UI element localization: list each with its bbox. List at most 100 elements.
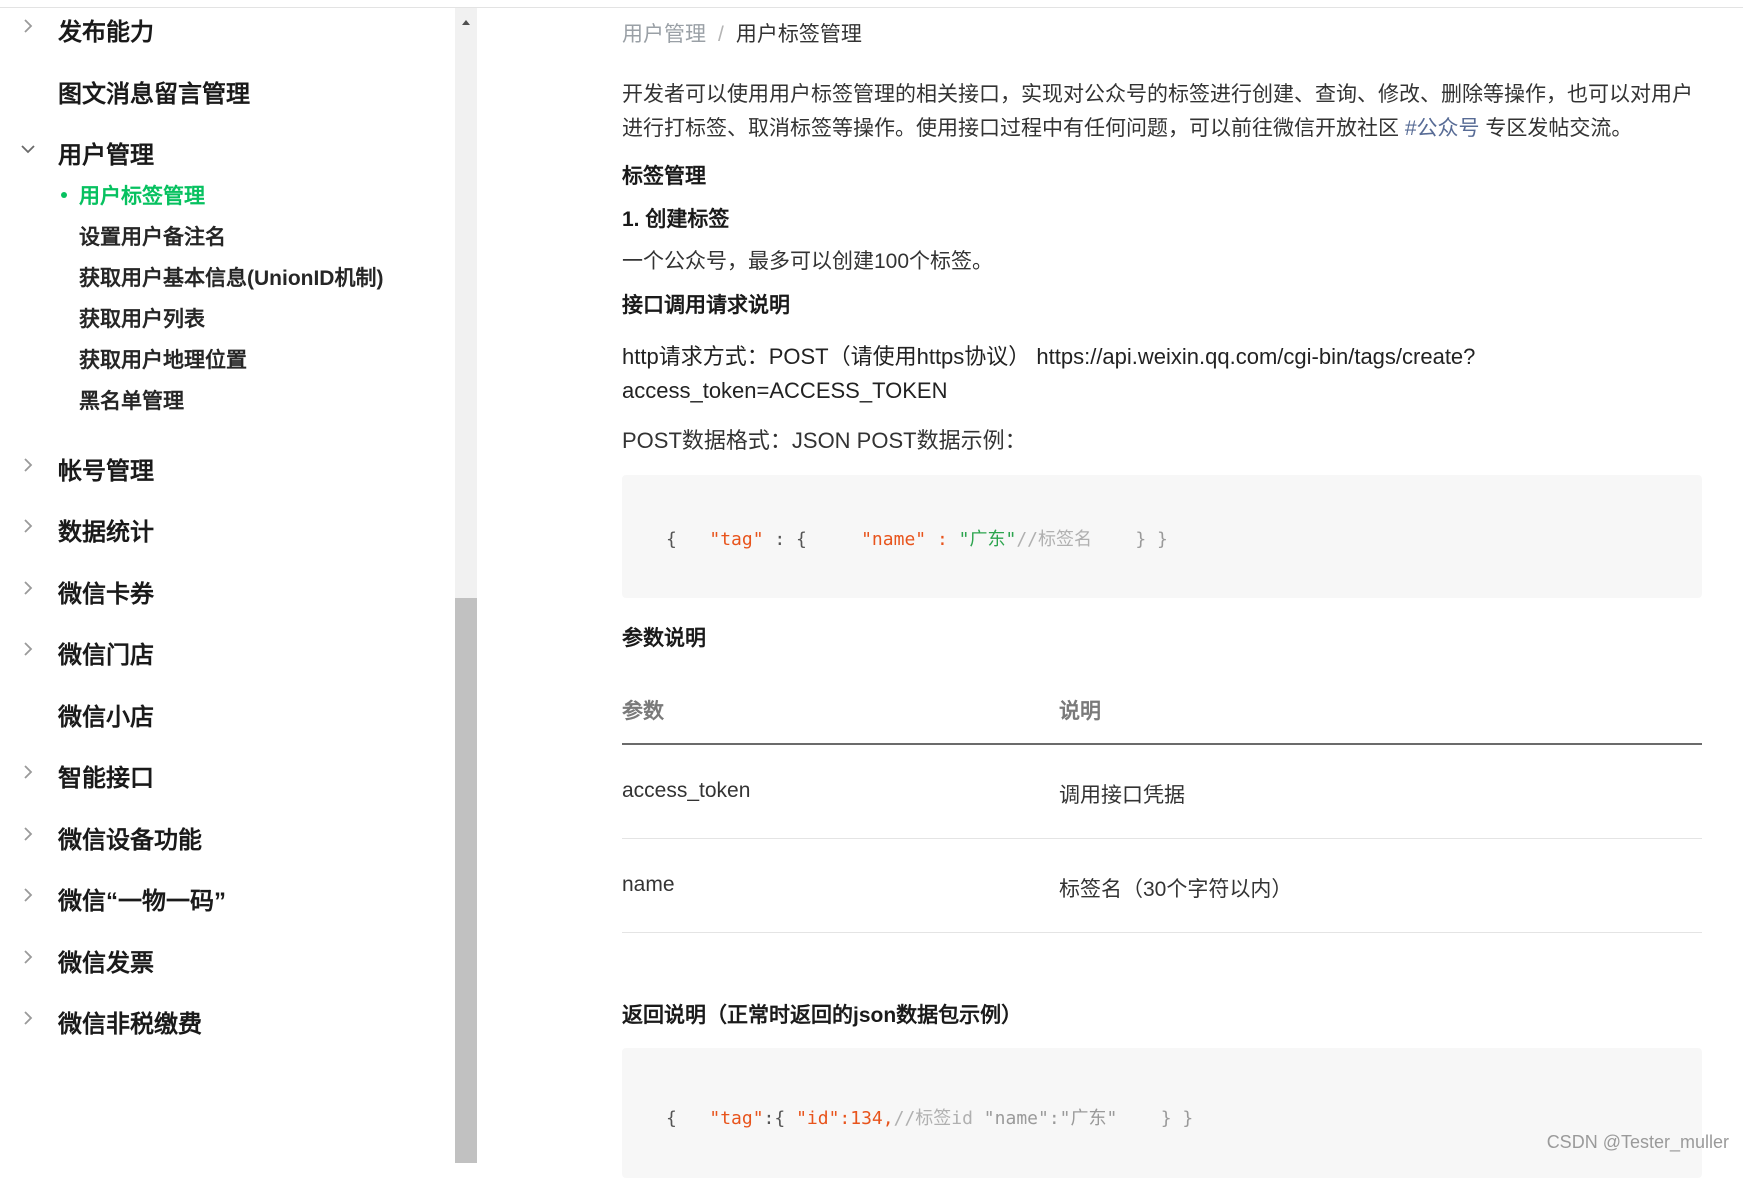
sidebar-item-label: 智能接口: [58, 765, 154, 792]
code-token: :: [926, 529, 959, 550]
sidebar-item-label: 数据统计: [58, 519, 154, 546]
http-request-line: http请求方式：POST（请使用https协议） https://api.we…: [622, 344, 1476, 369]
table-cell: access_token: [622, 779, 751, 802]
code-key: "id": [796, 1108, 840, 1129]
breadcrumb: 用户管理 / 用户标签管理: [622, 18, 862, 48]
scrollbar-thumb[interactable]: [455, 598, 477, 1163]
sidebar-subitem-remark[interactable]: 设置用户备注名: [0, 217, 455, 251]
intro-text-end: 专区发帖交流。: [1479, 117, 1633, 140]
code-token: "name":"广东": [972, 1108, 1118, 1129]
code-token: } }: [1160, 1108, 1194, 1129]
chevron-right-icon: [18, 947, 38, 967]
table-header-cell: 参数: [622, 700, 664, 723]
sidebar-item-label: 微信卡券: [58, 581, 154, 608]
sidebar-item-nontax-payment[interactable]: 微信非税缴费: [0, 998, 455, 1038]
table-header: 参数 说明: [622, 673, 1702, 745]
response-code: { "tag":{ "id":134,//标签id "name":"广东" } …: [666, 1104, 1193, 1130]
chevron-right-icon: [18, 578, 38, 598]
sidebar-scrollbar[interactable]: [455, 8, 477, 1163]
sidebar-subitem-location[interactable]: 获取用户地理位置: [0, 340, 455, 374]
chevron-right-icon: [18, 1008, 38, 1028]
sidebar-item-devices[interactable]: 微信设备功能: [0, 814, 455, 854]
sidebar-item-label: 微信发票: [58, 950, 154, 977]
breadcrumb-separator: /: [718, 23, 724, 46]
chevron-right-icon: [18, 16, 38, 36]
sidebar-subitem-label: 用户标签管理: [79, 185, 205, 208]
post-format-label: POST数据格式：JSON POST数据示例：: [622, 428, 1027, 453]
table-cell: 标签名（30个字符以内）: [1059, 878, 1293, 901]
sidebar-item-label: 帐号管理: [58, 458, 154, 485]
breadcrumb-current: 用户标签管理: [735, 23, 862, 46]
watermark: CSDN @Tester_muller: [1546, 1132, 1729, 1152]
sidebar-item-label: 微信“一物一码”: [58, 888, 226, 915]
sidebar-subitem-label: 获取用户列表: [79, 308, 205, 331]
chevron-right-icon: [18, 639, 38, 659]
sidebar-item-label: 微信非税缴费: [58, 1011, 202, 1038]
main-content: 用户管理 / 用户标签管理 开发者可以使用用户标签管理的相关接口，实现对公众号的标签…: [622, 8, 1702, 1178]
sidebar-item-shop[interactable]: 微信小店: [0, 691, 455, 731]
sidebar-item-one-code[interactable]: 微信“一物一码”: [0, 875, 455, 915]
sidebar-item-smart-api[interactable]: 智能接口: [0, 752, 455, 792]
code-comment: //标签id: [893, 1108, 973, 1129]
sidebar-item-stats[interactable]: 数据统计: [0, 506, 455, 546]
code-number: :134,: [839, 1108, 894, 1129]
table-cell: 调用接口凭据: [1059, 784, 1185, 807]
chevron-right-icon: [18, 885, 38, 905]
sidebar-subitem-label: 设置用户备注名: [79, 226, 226, 249]
sidebar-item-stores[interactable]: 微信门店: [0, 629, 455, 669]
sidebar-subitem-blacklist[interactable]: 黑名单管理: [0, 381, 455, 415]
code-token: {: [666, 529, 677, 550]
sidebar-item-invoice[interactable]: 微信发票: [0, 937, 455, 977]
chevron-right-icon: [18, 824, 38, 844]
code-key: "tag": [709, 1108, 764, 1129]
community-link[interactable]: #公众号: [1405, 117, 1480, 140]
top-border: [0, 0, 1743, 8]
table-row: access_token 调用接口凭据: [622, 745, 1702, 839]
sidebar-subitem-label: 获取用户地理位置: [79, 349, 247, 372]
chevron-right-icon: [18, 762, 38, 782]
sidebar-item-user-management[interactable]: 用户管理: [0, 129, 455, 169]
code-token: } }: [1135, 529, 1168, 550]
table-cell: name: [622, 873, 675, 896]
sidebar-item-account[interactable]: 帐号管理: [0, 445, 455, 485]
sidebar-nav: 发布能力 图文消息留言管理 用户管理 用户标签管理 设置用户备注名 获取用户基本…: [0, 8, 455, 1163]
intro-paragraph: 开发者可以使用用户标签管理的相关接口，实现对公众号的标签进行创建、查询、修改、删…: [622, 78, 1697, 146]
sidebar-item-label: 用户管理: [58, 142, 154, 169]
sidebar-subitem-user-tags[interactable]: 用户标签管理: [0, 176, 455, 210]
section-heading-api-request: 接口调用请求说明: [622, 294, 790, 317]
code-key: "tag": [709, 529, 764, 550]
sidebar-item-publish[interactable]: 发布能力: [0, 8, 455, 46]
table-header-cell: 说明: [1059, 700, 1101, 723]
chevron-right-icon: [18, 516, 38, 536]
http-request-token: access_token=ACCESS_TOKEN: [622, 378, 948, 403]
sidebar-subitem-label: 获取用户基本信息(UnionID机制): [79, 267, 384, 290]
sidebar-subitem-label: 黑名单管理: [79, 390, 184, 413]
request-code: { "tag" : { "name" : "广东"//标签名 } }: [666, 525, 1168, 551]
code-comment: //标签名: [1016, 529, 1093, 550]
code-token: {: [666, 1108, 677, 1129]
chevron-right-icon: [18, 455, 38, 475]
request-code-block: { "tag" : { "name" : "广东"//标签名 } }: [622, 475, 1702, 598]
sidebar-item-cards[interactable]: 微信卡券: [0, 568, 455, 608]
sidebar-item-comments[interactable]: 图文消息留言管理: [0, 68, 455, 108]
sidebar-subitem-user-list[interactable]: 获取用户列表: [0, 299, 455, 333]
chevron-down-icon: [18, 139, 38, 159]
sidebar-item-label: 微信设备功能: [58, 827, 202, 854]
scroll-up-arrow-icon[interactable]: [455, 12, 477, 32]
table-row: name 标签名（30个字符以内）: [622, 839, 1702, 933]
code-key: "name": [861, 529, 927, 550]
section-heading-params: 参数说明: [622, 627, 706, 650]
http-request-description: http请求方式：POST（请使用https协议） https://api.we…: [622, 340, 1697, 408]
limit-note: 一个公众号，最多可以创建100个标签。: [622, 250, 994, 273]
sidebar-subitem-userinfo[interactable]: 获取用户基本信息(UnionID机制): [0, 258, 455, 292]
code-token: :{: [763, 1108, 797, 1129]
breadcrumb-parent-link[interactable]: 用户管理: [622, 23, 706, 46]
response-code-block: { "tag":{ "id":134,//标签id "name":"广东" } …: [622, 1048, 1702, 1178]
code-token: : {: [763, 529, 807, 550]
section-heading-return: 返回说明（正常时返回的json数据包示例）: [622, 1004, 1023, 1027]
sidebar-item-label: 微信门店: [58, 642, 154, 669]
active-dot-icon: [61, 192, 67, 198]
section-heading-create-tag: 1. 创建标签: [622, 208, 730, 231]
sidebar-item-label: 图文消息留言管理: [58, 81, 250, 108]
sidebar-item-label: 发布能力: [58, 19, 154, 46]
